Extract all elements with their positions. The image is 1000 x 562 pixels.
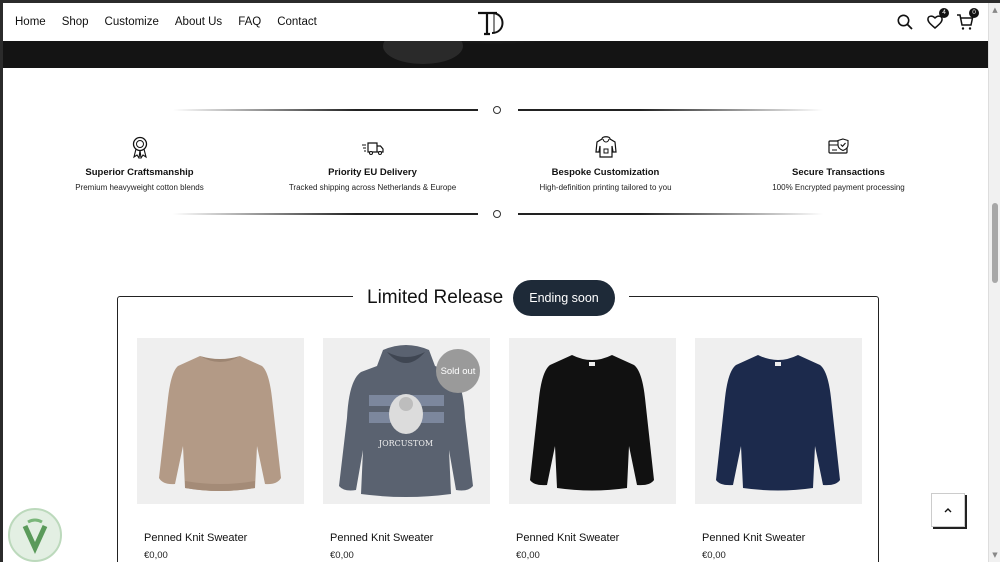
nav-contact[interactable]: Contact [277, 16, 317, 28]
product-name[interactable]: Penned Knit Sweater [695, 532, 862, 544]
product-price: €0,00 [330, 550, 354, 561]
product-name[interactable]: Penned Knit Sweater [323, 532, 490, 544]
decorative-divider-top [173, 105, 823, 115]
scroll-to-top-button[interactable] [931, 493, 965, 527]
feature-subtitle: Tracked shipping across Netherlands & Eu… [288, 183, 457, 192]
sold-out-badge: Sold out [436, 349, 480, 393]
hoodie-print-text: JORCUSTOM [378, 439, 433, 448]
wishlist-count-badge: 4 [939, 8, 949, 18]
hoodie-icon [594, 136, 617, 158]
feature-craftsmanship: Superior Craftsmanship Premium heavyweig… [23, 135, 256, 192]
page-viewport: Home Shop Customize About Us FAQ Contact… [3, 3, 988, 562]
nav-faq[interactable]: FAQ [238, 16, 261, 28]
site-header: Home Shop Customize About Us FAQ Contact… [3, 3, 988, 41]
product-name[interactable]: Penned Knit Sweater [509, 532, 676, 544]
wishlist-button[interactable]: 4 [926, 8, 949, 31]
fast-delivery-truck-icon [361, 142, 384, 155]
header-actions: 4 0 [896, 8, 979, 31]
feature-title: Priority EU Delivery [328, 167, 417, 178]
ending-soon-badge: Ending soon [513, 280, 615, 316]
nav-about-us[interactable]: About Us [175, 16, 222, 28]
search-icon[interactable] [896, 13, 914, 31]
cart-count-badge: 0 [969, 8, 979, 18]
feature-secure: Secure Transactions 100% Encrypted payme… [722, 135, 955, 192]
product-card[interactable]: Penned Knit Sweater €0,00 [509, 338, 676, 561]
feature-customization: Bespoke Customization High-definition pr… [489, 135, 722, 192]
limited-release-header: Limited Release Ending soon [353, 277, 629, 319]
nav-customize[interactable]: Customize [105, 16, 159, 28]
vertical-scrollbar[interactable]: ▲ ▼ [988, 3, 1000, 562]
product-name[interactable]: Penned Knit Sweater [137, 532, 304, 544]
nav-home[interactable]: Home [15, 16, 46, 28]
decorative-divider-bottom [173, 209, 823, 219]
product-image[interactable] [137, 338, 304, 504]
feature-subtitle: Premium heavyweight cotton blends [75, 183, 204, 192]
td-monogram-logo[interactable] [475, 9, 509, 37]
feature-title: Secure Transactions [792, 167, 885, 178]
section-title: Limited Release [367, 287, 504, 308]
feature-delivery: Priority EU Delivery Tracked shipping ac… [256, 135, 489, 192]
feature-title: Bespoke Customization [551, 167, 660, 178]
product-card[interactable]: JORCUSTOM Sold out Penned Knit Sweater €… [323, 338, 490, 561]
main-nav: Home Shop Customize About Us FAQ Contact [15, 16, 317, 28]
scroll-up-arrow-icon[interactable]: ▲ [991, 6, 999, 14]
chevron-up-icon [944, 508, 952, 513]
cart-button[interactable]: 0 [956, 8, 979, 31]
feature-subtitle: 100% Encrypted payment processing [772, 183, 905, 192]
product-price: €0,00 [702, 550, 726, 561]
features-row: Superior Craftsmanship Premium heavyweig… [23, 135, 973, 192]
scroll-down-arrow-icon[interactable]: ▼ [991, 551, 999, 559]
watermark-logo [8, 508, 62, 562]
product-image[interactable] [509, 338, 676, 504]
award-ribbon-icon [132, 136, 147, 159]
product-card[interactable]: Penned Knit Sweater €0,00 [137, 338, 304, 561]
feature-title: Superior Craftsmanship [85, 167, 194, 178]
product-image[interactable]: JORCUSTOM Sold out [323, 338, 490, 504]
scrollbar-thumb[interactable] [992, 203, 998, 283]
product-price: €0,00 [144, 550, 168, 561]
product-image[interactable] [695, 338, 862, 504]
nav-shop[interactable]: Shop [62, 16, 89, 28]
hero-banner-image [3, 41, 988, 68]
product-card[interactable]: Penned Knit Sweater €0,00 [695, 338, 862, 561]
product-price: €0,00 [516, 550, 540, 561]
product-grid: Penned Knit Sweater €0,00 JORCUSTOM Sold… [137, 338, 862, 561]
feature-subtitle: High-definition printing tailored to you [539, 183, 672, 192]
secure-card-icon [827, 138, 849, 154]
